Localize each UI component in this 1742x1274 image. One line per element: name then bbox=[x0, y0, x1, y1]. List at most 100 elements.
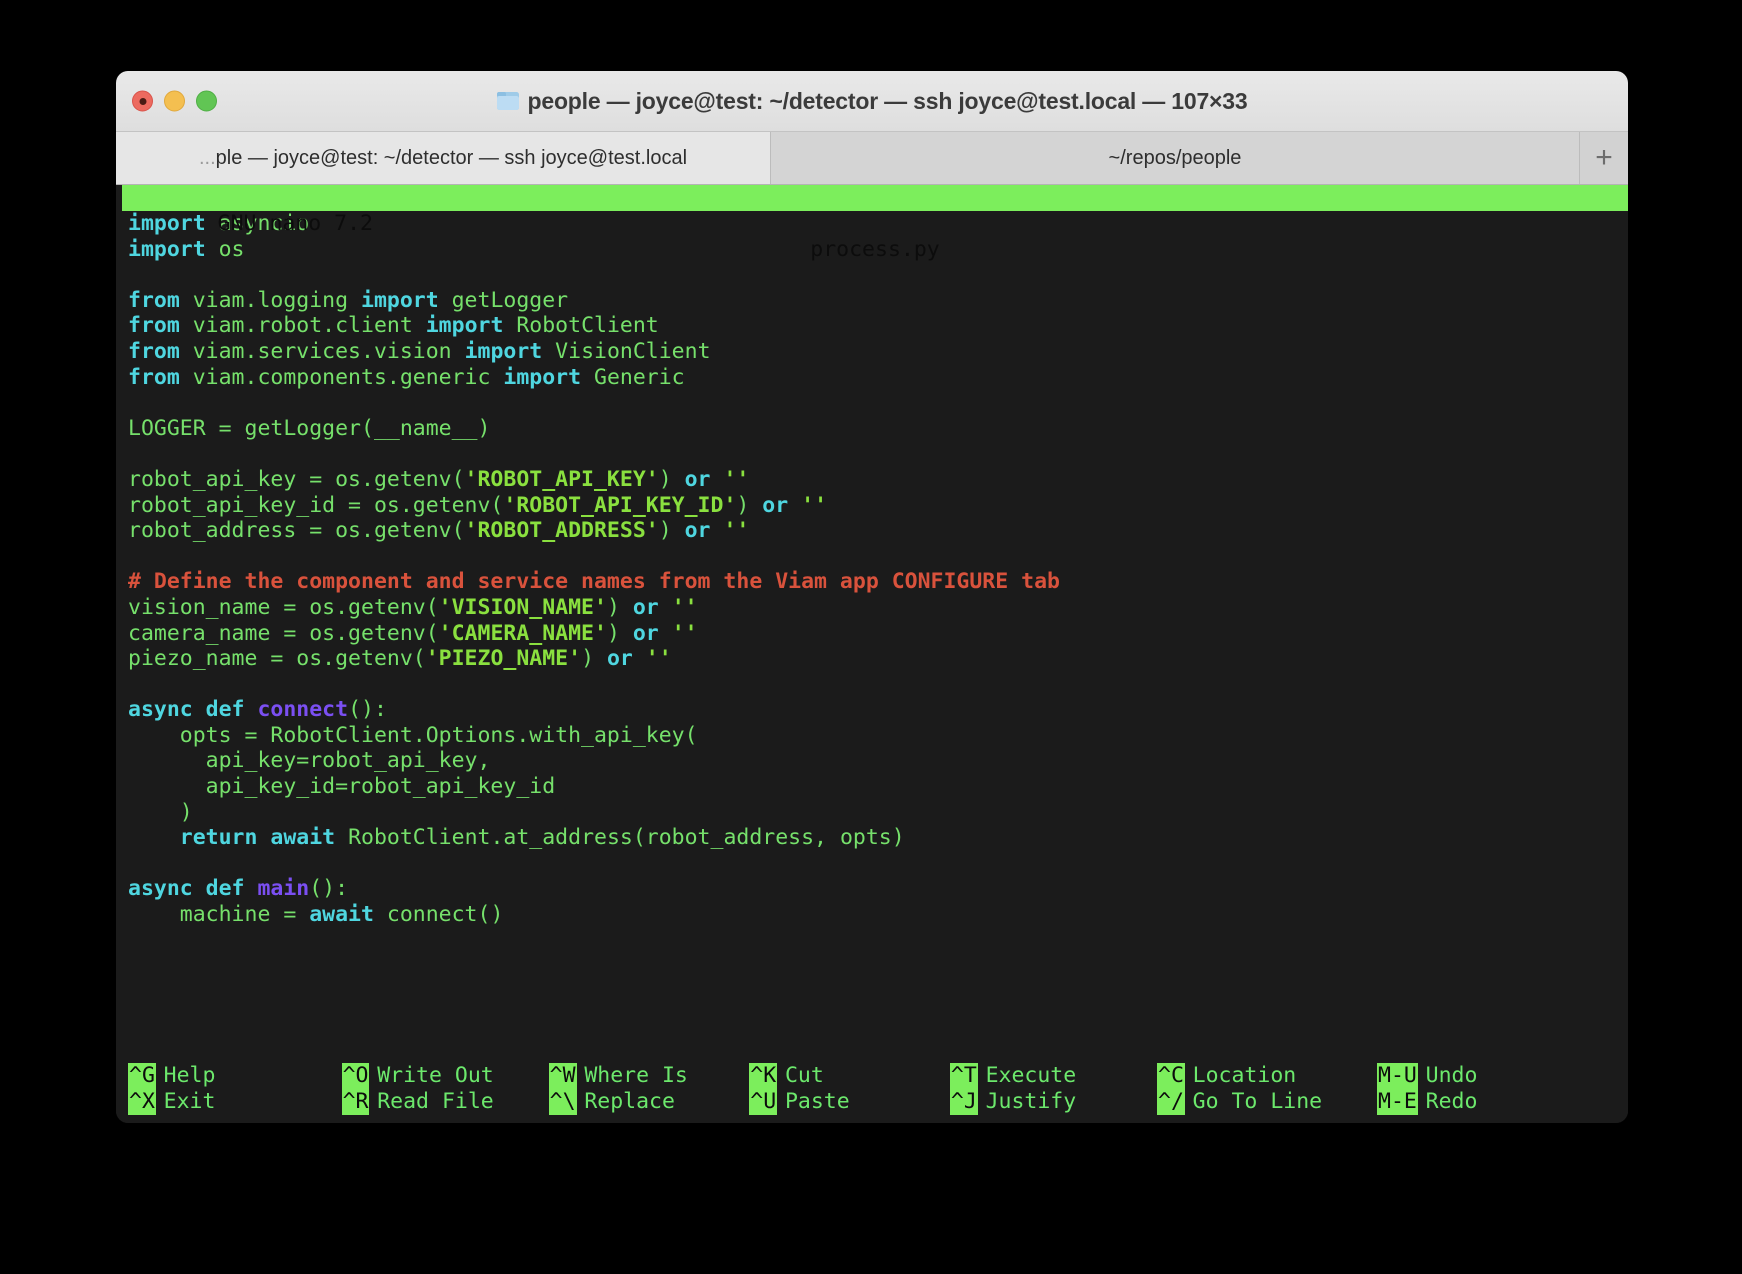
shortcut-label: Where Is bbox=[584, 1063, 688, 1088]
shortcut-key: ^W bbox=[548, 1063, 577, 1089]
tab-repos-people[interactable]: ~/repos/people bbox=[771, 132, 1580, 184]
code-token: opts = RobotClient.Options.with_api_key( bbox=[128, 722, 698, 748]
tab-active-label: ple — joyce@test: ~/detector — ssh joyce… bbox=[215, 146, 688, 169]
close-button[interactable] bbox=[132, 90, 153, 112]
code-token: (): bbox=[309, 876, 349, 902]
shortcut-key: ^K bbox=[749, 1063, 778, 1089]
code-token: main bbox=[257, 876, 310, 902]
help-shortcut-cut[interactable]: ^K Cut bbox=[749, 1063, 950, 1089]
code-token: (): bbox=[348, 697, 387, 723]
nano-help-bar: ^G Help ^O Write Out ^W Where Is ^K Cut ^T Execut… bbox=[122, 1063, 1628, 1115]
terminal-window: people — joyce@test: ~/detector — ssh jo… bbox=[116, 71, 1628, 1123]
code-token: LOGGER = getLogger(__name__) bbox=[128, 415, 491, 441]
tab-ellipsis: ... bbox=[198, 146, 216, 169]
traffic-light-group bbox=[132, 90, 217, 112]
code-line: from viam.services.vision import VisionC… bbox=[128, 339, 1628, 365]
nano-version-label: GNU nano 7.2 bbox=[217, 211, 374, 236]
nano-titlebar: GNU nano 7.2 process.py bbox=[122, 185, 1628, 262]
shortcut-label: Paste bbox=[784, 1089, 850, 1114]
code-line: from viam.robot.client import RobotClien… bbox=[128, 313, 1628, 339]
shortcut-key: M-E bbox=[1377, 1089, 1418, 1115]
code-line: from viam.components.generic import Gene… bbox=[128, 365, 1628, 391]
tab-detector-ssh[interactable]: ... ple — joyce@test: ~/detector — ssh jo… bbox=[116, 132, 771, 184]
code-token: RobotClient bbox=[503, 313, 659, 339]
shortcut-label: Go To Line bbox=[1192, 1089, 1323, 1114]
code-token: ) bbox=[658, 466, 685, 492]
code-token: from bbox=[128, 364, 180, 390]
code-token: robot_address = os.getenv( bbox=[128, 518, 465, 544]
code-token: ) bbox=[606, 620, 633, 646]
code-line: ) bbox=[128, 800, 1628, 826]
code-token: camera_name = os.getenv( bbox=[128, 620, 439, 646]
code-token: ) bbox=[606, 594, 633, 620]
help-shortcut-go-to-line[interactable]: ^/ Go To Line bbox=[1157, 1089, 1377, 1115]
code-token: or bbox=[684, 518, 711, 544]
shortcut-key: ^U bbox=[749, 1089, 778, 1115]
help-shortcut-replace[interactable]: ^\ Replace bbox=[548, 1089, 750, 1115]
shortcut-label: Location bbox=[1192, 1063, 1297, 1088]
code-line: from viam.logging import getLogger bbox=[128, 288, 1628, 314]
code-line: return await RobotClient.at_address(robo… bbox=[128, 825, 1628, 851]
code-token: vision_name = os.getenv( bbox=[128, 594, 439, 620]
help-shortcut-where-is[interactable]: ^W Where Is bbox=[548, 1063, 750, 1089]
code-token: api_key=robot_api_key, bbox=[128, 748, 491, 774]
code-token: 'PIEZO_NAME' bbox=[425, 646, 582, 672]
shortcut-label: Write Out bbox=[377, 1063, 494, 1088]
code-token: import bbox=[361, 287, 439, 313]
code-token: viam.logging bbox=[179, 287, 361, 313]
help-shortcut-read-file[interactable]: ^R Read File bbox=[341, 1089, 549, 1115]
help-shortcut-paste[interactable]: ^U Paste bbox=[749, 1089, 950, 1115]
code-token: return await bbox=[179, 825, 336, 851]
window-titlebar: people — joyce@test: ~/detector — ssh jo… bbox=[116, 71, 1628, 132]
code-token: 'ROBOT_API_KEY_ID' bbox=[503, 492, 737, 518]
code-line: opts = RobotClient.Options.with_api_key( bbox=[128, 723, 1628, 749]
maximize-button[interactable] bbox=[196, 90, 217, 112]
help-shortcut-exit[interactable]: ^X Exit bbox=[128, 1089, 342, 1115]
window-title-text: people — joyce@test: ~/detector — ssh jo… bbox=[527, 87, 1248, 114]
help-shortcut-justify[interactable]: ^J Justify bbox=[949, 1089, 1157, 1115]
help-shortcut-undo[interactable]: M-U Undo bbox=[1377, 1063, 1532, 1089]
minimize-button[interactable] bbox=[164, 90, 185, 112]
shortcut-key: ^G bbox=[128, 1063, 156, 1089]
code-line: async def main(): bbox=[128, 876, 1628, 902]
nano-code-area[interactable]: import asyncioimport os from viam.loggin… bbox=[122, 211, 1628, 928]
help-shortcut-help[interactable]: ^G Help bbox=[128, 1063, 342, 1089]
shortcut-key: ^T bbox=[949, 1063, 978, 1089]
code-token: from bbox=[128, 338, 180, 364]
code-token: import bbox=[464, 338, 543, 364]
code-token: '' bbox=[723, 466, 750, 492]
tab-bar: ... ple — joyce@test: ~/detector — ssh jo… bbox=[116, 132, 1628, 185]
new-tab-button[interactable]: + bbox=[1580, 132, 1628, 184]
code-token: async def bbox=[128, 697, 258, 723]
help-shortcut-execute[interactable]: ^T Execute bbox=[949, 1063, 1157, 1089]
code-token: await bbox=[309, 902, 374, 928]
code-line: vision_name = os.getenv('VISION_NAME') o… bbox=[128, 595, 1628, 621]
code-line: # Define the component and service names… bbox=[128, 569, 1628, 595]
code-line: async def connect(): bbox=[128, 697, 1628, 723]
code-token: connect() bbox=[373, 902, 504, 928]
code-line: robot_address = os.getenv('ROBOT_ADDRESS… bbox=[128, 518, 1628, 544]
code-token: VisionClient bbox=[542, 338, 711, 364]
shortcut-label: Redo bbox=[1425, 1089, 1478, 1114]
help-shortcut-write-out[interactable]: ^O Write Out bbox=[341, 1063, 549, 1089]
shortcut-label: Undo bbox=[1425, 1063, 1478, 1088]
shortcut-key: ^/ bbox=[1157, 1089, 1185, 1115]
code-token: '' bbox=[723, 518, 750, 544]
code-line: robot_api_key = os.getenv('ROBOT_API_KEY… bbox=[128, 467, 1628, 493]
help-shortcut-redo[interactable]: M-E Redo bbox=[1377, 1089, 1532, 1115]
shortcut-key: M-U bbox=[1377, 1063, 1418, 1089]
code-token: ) bbox=[581, 646, 607, 672]
code-line: robot_api_key_id = os.getenv('ROBOT_API_… bbox=[128, 493, 1628, 519]
code-line: machine = await connect() bbox=[128, 902, 1628, 928]
terminal-body[interactable]: GNU nano 7.2 process.py import asyncioim… bbox=[116, 185, 1628, 1123]
code-token: '' bbox=[671, 620, 698, 646]
code-token: or bbox=[606, 646, 633, 672]
help-row: ^G Help ^O Write Out ^W Where Is ^K Cut ^T Execut… bbox=[128, 1063, 1628, 1089]
code-token: or bbox=[632, 594, 659, 620]
help-shortcut-location[interactable]: ^C Location bbox=[1157, 1063, 1377, 1089]
